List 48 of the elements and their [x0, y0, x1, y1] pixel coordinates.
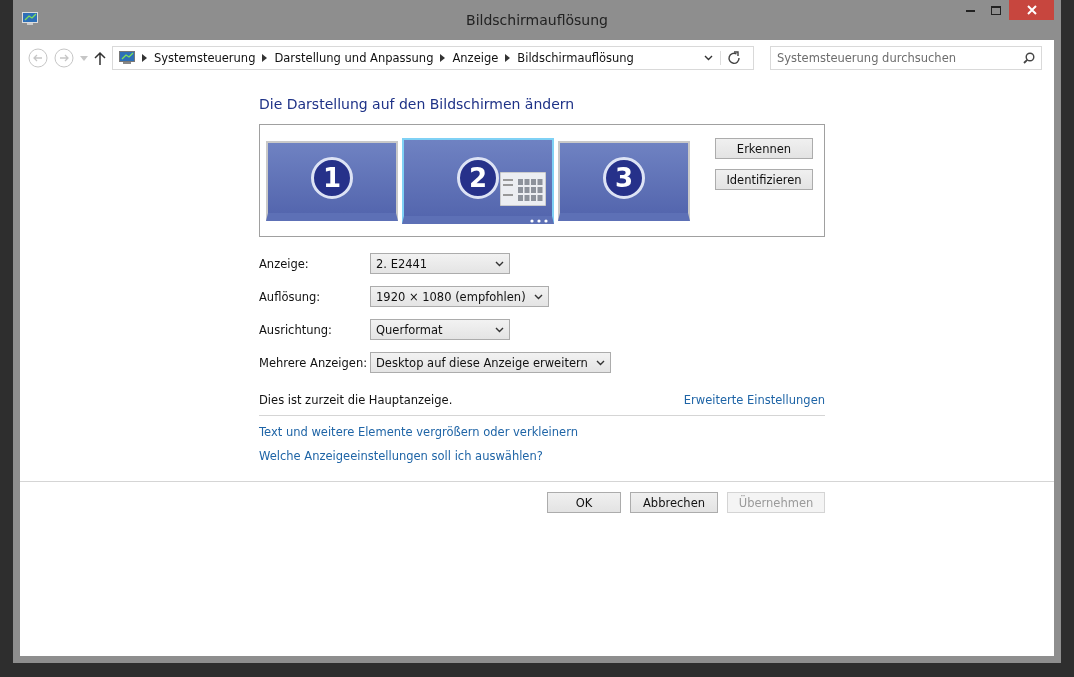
page-heading: Die Darstellung auf den Bildschirmen ändern [259, 96, 576, 112]
monitor-icon [119, 51, 135, 65]
breadcrumb-item[interactable]: Bildschirmauflösung [517, 51, 634, 65]
breadcrumb-arrow-icon [505, 54, 511, 62]
breadcrumb-item[interactable]: Systemsteuerung [154, 51, 256, 65]
panel-button[interactable]: Identifizieren [715, 169, 813, 190]
breadcrumb-arrow-icon [262, 54, 268, 62]
minimize-icon[interactable] [965, 8, 975, 12]
chevron-down-icon [533, 293, 543, 300]
monitor-tile[interactable]: 2 [402, 138, 554, 224]
setting-label: Ausrichtung: [259, 322, 333, 337]
monitor-number: 2 [457, 157, 499, 199]
search-field[interactable]: Systemsteuerung durchsuchen [770, 46, 1042, 70]
breadcrumb-item[interactable]: Anzeige [452, 51, 499, 65]
up-arrow-icon[interactable] [94, 51, 106, 65]
help-link[interactable]: Text und weitere Elemente vergrößern oder verkleinern [259, 425, 825, 439]
advanced-settings-link[interactable]: Erweiterte Einstellungen [683, 393, 825, 407]
breadcrumb-arrow-icon [440, 54, 446, 62]
chevron-down-icon [704, 55, 713, 61]
monitor-tile[interactable]: 3 [558, 141, 690, 221]
address-bar[interactable]: Systemsteuerung Darstellung und Anpassung Anzeige Bildschirmauflösung [112, 46, 754, 70]
breadcrumb-arrow-icon [142, 54, 147, 62]
setting-label: Mehrere Anzeigen: [259, 355, 369, 370]
setting-label: Auflösung: [259, 289, 322, 304]
setting-dropdown[interactable]: 1920 × 1080 (empfohlen) [370, 286, 549, 307]
close-button[interactable] [1009, 0, 1054, 20]
panel-button[interactable]: Erkennen [715, 138, 813, 159]
setting-dropdown[interactable]: Desktop auf diese Anzeige erweitern [370, 352, 611, 373]
monitor-tile[interactable]: 1 [266, 141, 398, 221]
setting-dropdown[interactable]: Querformat [370, 319, 510, 340]
close-icon [1026, 5, 1037, 15]
breadcrumb-item[interactable]: Darstellung und Anpassung [274, 51, 434, 65]
app-icon [22, 12, 38, 26]
setting-label: Anzeige: [259, 256, 310, 271]
chevron-down-icon [495, 260, 504, 267]
chevron-down-icon [595, 359, 605, 366]
dialog-button[interactable]: OK [547, 492, 621, 513]
dots-icon [530, 219, 548, 223]
search-icon [1023, 52, 1035, 64]
maximize-icon[interactable] [991, 5, 1001, 15]
primary-display-note: Dies ist zurzeit die Hauptanzeige. [259, 393, 453, 407]
dialog-button[interactable]: Abbrechen [630, 492, 718, 513]
monitor-number: 1 [311, 157, 353, 199]
monitor-number: 3 [603, 157, 645, 199]
window-title: Bildschirmauflösung [466, 12, 608, 28]
chevron-down-icon [495, 326, 504, 333]
setting-dropdown[interactable]: 2. E2441 [370, 253, 510, 274]
help-link[interactable]: Welche Anzeigeeinstellungen soll ich auswählen? [259, 449, 825, 463]
